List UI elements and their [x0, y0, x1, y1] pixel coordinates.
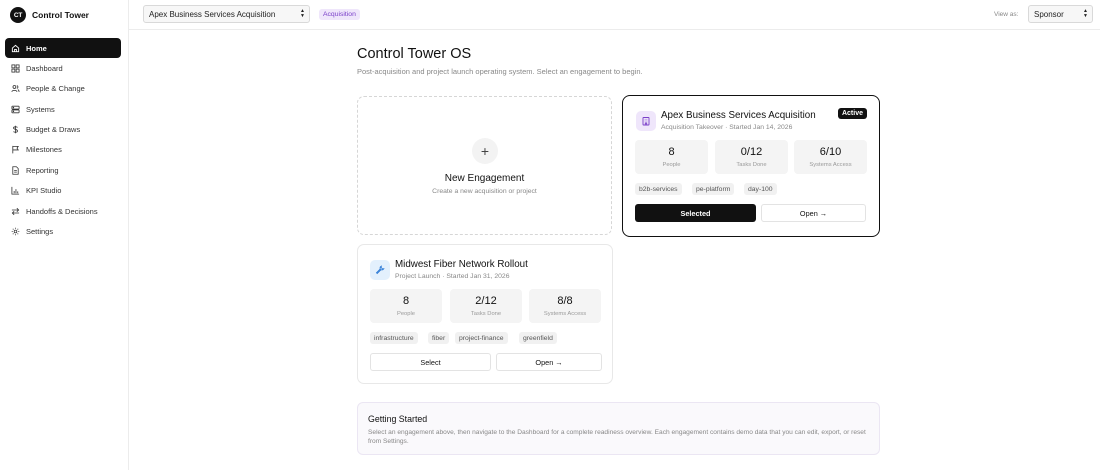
sidebar-item-label: Settings: [26, 227, 54, 237]
stat-label: Systems Access: [543, 311, 587, 317]
building-icon: [636, 111, 656, 131]
sidebar-item-people-change[interactable]: People & Change: [5, 79, 121, 99]
flag-icon: [11, 145, 20, 154]
new-engagement-card[interactable]: + New Engagement Create a new acquisitio…: [357, 96, 612, 235]
sidebar-item-kpi-studio[interactable]: KPI Studio: [5, 181, 121, 201]
sidebar-nav: Home Dashboard People & Change Systems B…: [5, 38, 121, 242]
stat-value: 2/12: [475, 295, 497, 307]
stat-label: Tasks Done: [470, 311, 502, 317]
engagement-card-midwest[interactable]: Midwest Fiber Network Rollout Project La…: [357, 244, 613, 384]
dollar-icon: [11, 125, 20, 134]
bar-chart-icon: [11, 186, 20, 195]
sidebar: CT Control Tower Home Dashboard People &…: [0, 0, 129, 470]
stat-value: 8: [402, 295, 410, 307]
sidebar-item-handoffs-decisions[interactable]: Handoffs & Decisions: [5, 201, 121, 221]
sidebar-item-reporting[interactable]: Reporting: [5, 160, 121, 180]
tag-chip: greenfield: [519, 332, 557, 344]
sidebar-item-settings[interactable]: Settings: [5, 222, 121, 242]
role-select[interactable]: Sponsor ▲ ▼: [1028, 5, 1093, 23]
tag-chip: day-100: [744, 183, 777, 195]
sidebar-item-label: Reporting: [26, 165, 59, 175]
gear-icon: [11, 227, 20, 236]
select-button[interactable]: Select: [370, 353, 491, 371]
sidebar-item-label: People & Change: [26, 84, 85, 94]
engagement-card-apex[interactable]: Apex Business Services Acquisition Acqui…: [622, 95, 880, 237]
dashboard-icon: [11, 64, 20, 73]
page-subtitle: Post-acquisition and project launch oper…: [357, 67, 643, 76]
getting-started-title: Getting Started: [368, 414, 428, 424]
page-title: Control Tower OS: [357, 46, 472, 62]
stat-value: 0/12: [740, 146, 763, 158]
home-icon: [11, 44, 20, 53]
sidebar-item-label: Budget & Draws: [26, 125, 81, 135]
app-logo: CT: [10, 7, 26, 23]
sidebar-item-systems[interactable]: Systems: [5, 99, 121, 119]
tag-chip: pe-platform: [692, 183, 735, 195]
app-name: Control Tower: [32, 10, 89, 20]
sidebar-item-label: KPI Studio: [26, 186, 62, 196]
stat-systems: 8/8 Systems Access: [529, 289, 601, 323]
server-icon: [11, 105, 20, 114]
sidebar-item-label: Systems: [26, 104, 55, 114]
engagement-type-tag: Acquisition: [319, 9, 360, 20]
sidebar-item-label: Handoffs & Decisions: [26, 206, 98, 216]
stat-value: 6/10: [819, 146, 842, 158]
engagement-meta: Acquisition Takeover · Started Jan 14, 2…: [661, 124, 793, 131]
tag-chip: infrastructure: [370, 332, 418, 344]
topbar: Apex Business Services Acquisition ▲ ▼ Ac…: [129, 0, 1100, 30]
stat-label: People: [662, 162, 681, 168]
engagement-select-value: Apex Business Services Acquisition: [149, 9, 276, 19]
stat-tasks: 2/12 Tasks Done: [450, 289, 522, 323]
select-arrows-icon: ▲ ▼: [1083, 8, 1088, 19]
plus-icon: +: [472, 138, 498, 164]
select-arrows-icon: ▲ ▼: [300, 8, 305, 19]
engagement-name: Apex Business Services Acquisition: [661, 110, 816, 121]
stat-people: 8 People: [635, 140, 708, 174]
new-engagement-subtitle: Create a new acquisition or project: [432, 188, 537, 195]
wrench-icon: [370, 260, 390, 280]
brand[interactable]: CT Control Tower: [10, 7, 89, 23]
role-select-value: Sponsor: [1034, 9, 1064, 19]
sidebar-item-label: Dashboard: [26, 63, 63, 73]
open-button[interactable]: Open →: [496, 353, 602, 371]
engagement-select[interactable]: Apex Business Services Acquisition ▲ ▼: [143, 5, 310, 23]
engagement-meta: Project Launch · Started Jan 31, 2026: [395, 273, 510, 280]
open-button[interactable]: Open →: [761, 204, 866, 222]
stat-value: 8/8: [557, 295, 573, 307]
tag-chip: fiber: [428, 332, 450, 344]
sidebar-item-dashboard[interactable]: Dashboard: [5, 58, 121, 78]
sidebar-item-budget-draws[interactable]: Budget & Draws: [5, 120, 121, 140]
sidebar-item-label: Home: [26, 43, 47, 53]
selected-button[interactable]: Selected: [635, 204, 756, 222]
stat-value: 8: [668, 146, 675, 158]
stat-label: People: [396, 311, 416, 317]
stat-label: Tasks Done: [736, 162, 767, 168]
getting-started-text: Select an engagement above, then navigat…: [368, 429, 866, 446]
new-engagement-title: New Engagement: [444, 173, 525, 184]
document-icon: [11, 166, 20, 175]
view-as-label: View as:: [994, 11, 1019, 18]
stat-label: Systems Access: [809, 162, 852, 168]
people-icon: [11, 84, 20, 93]
tag-chip: b2b-services: [635, 183, 682, 195]
stat-systems: 6/10 Systems Access: [794, 140, 867, 174]
getting-started-panel: Getting Started Select an engagement abo…: [357, 402, 880, 455]
sidebar-item-home[interactable]: Home: [5, 38, 121, 58]
status-badge: Active: [837, 108, 867, 119]
stat-tasks: 0/12 Tasks Done: [715, 140, 788, 174]
sidebar-item-label: Milestones: [26, 145, 62, 155]
tag-chip: project-finance: [455, 332, 508, 344]
stat-people: 8 People: [370, 289, 442, 323]
sidebar-item-milestones[interactable]: Milestones: [5, 140, 121, 160]
engagement-name: Midwest Fiber Network Rollout: [395, 259, 528, 270]
swap-icon: [11, 207, 20, 216]
